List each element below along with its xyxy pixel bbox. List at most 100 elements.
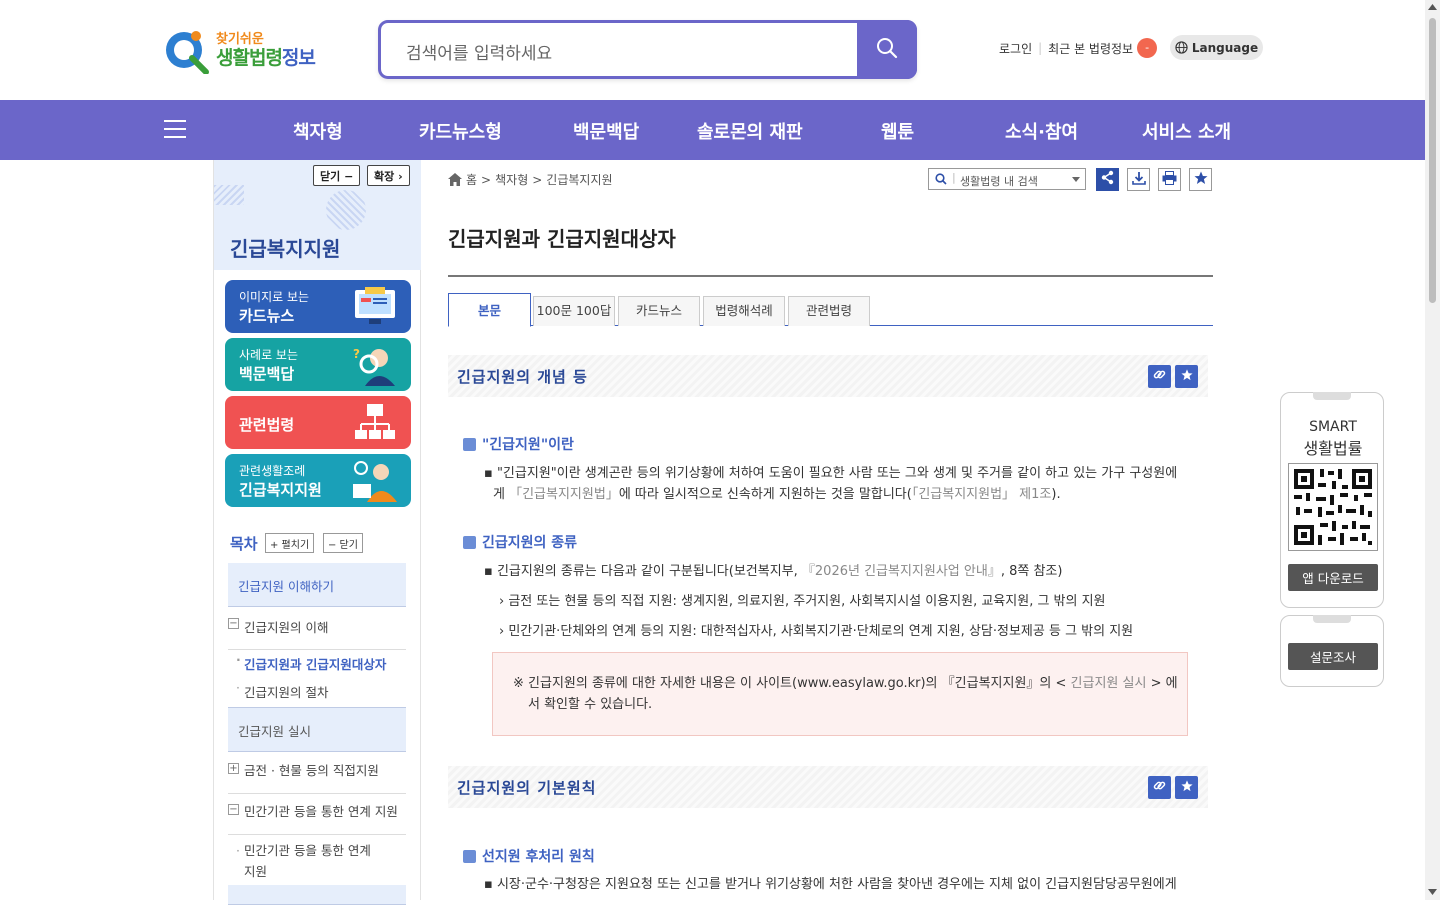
search-input[interactable]: 검색어를 입력하세요 — [406, 39, 552, 64]
toc-item-subsection[interactable]: · 민간기관 등을 통한 연계 지원 — [228, 840, 406, 884]
nav-item-webtoon[interactable]: 웹툰 — [881, 118, 914, 144]
bullet: · — [236, 680, 240, 695]
paragraph-text: 긴급지원의 종류는 다음과 같이 구분됩니다(보건복지부, — [496, 564, 802, 579]
nav-item-about[interactable]: 서비스 소개 — [1142, 118, 1231, 144]
paragraph: ▪ 긴급지원의 종류는 다음과 같이 구분됩니다(보건복지부, 『2026년 긴… — [484, 564, 1063, 579]
law-article-link[interactable]: 「긴급복지지원법」 제1조 — [912, 487, 1052, 502]
law-link[interactable]: 「긴급복지지원법」 — [509, 487, 619, 502]
home-icon[interactable] — [448, 173, 462, 186]
scroll-up-arrow-icon[interactable] — [1428, 4, 1437, 10]
toc-item-label: 긴급지원과 긴급지원대상자 — [244, 657, 387, 672]
nav-item-news[interactable]: 소식·참여 — [1005, 118, 1078, 144]
note-text: ※ 긴급지원의 종류에 대한 자세한 내용은 이 사이트(www.easylaw… — [513, 673, 1183, 715]
quick-card-qna[interactable]: 사례로 보는 백문백답 ? — [225, 338, 411, 391]
breadcrumb-home[interactable]: 홈 — [466, 171, 477, 188]
toc-item-section[interactable]: + 금전 · 현물 등의 직접지원 — [228, 760, 406, 794]
subheading-text: 긴급지원의 종류 — [482, 535, 578, 551]
tab-cardnews[interactable]: 카드뉴스 — [618, 296, 700, 326]
search-icon — [877, 37, 898, 58]
toc-item-section[interactable]: − 긴급지원의 이해 — [228, 612, 406, 650]
login-link[interactable]: 로그인 — [999, 40, 1032, 57]
toc-item-section[interactable]: − 민간기관 등을 통한 연계 지원 — [228, 801, 406, 835]
download-button[interactable] — [1127, 168, 1150, 191]
search-box[interactable]: 검색어를 입력하세요 — [378, 20, 917, 79]
scroll-down-arrow-icon[interactable] — [1428, 889, 1437, 895]
toc-item-chapter[interactable]: 긴급지원 이해하기 — [228, 563, 406, 607]
page-scrollbar[interactable] — [1425, 0, 1440, 900]
subheading: "긴급지원"이란 — [463, 434, 574, 454]
bookmark-button[interactable] — [1189, 168, 1212, 191]
section-link-button[interactable] — [1148, 776, 1171, 799]
nav-item-booklet[interactable]: 책자형 — [293, 118, 343, 144]
section-title: 긴급지원의 개념 등 — [457, 368, 588, 386]
scrollbar-thumb[interactable] — [1429, 18, 1436, 303]
breadcrumb-separator: > — [532, 172, 543, 187]
paragraph-text: 에 따라 일시적으로 신속하게 지원하는 것을 말합니다( — [618, 487, 912, 502]
paragraph-text: "긴급지원"이란 생계곤란 등의 위기상황에 처하여 도움이 필요한 사람 또는… — [496, 466, 1178, 481]
site-search-select[interactable]: | 생활법령 내 검색 — [928, 168, 1086, 190]
card-small-label: 이미지로 보는 — [239, 290, 310, 304]
card-small-label: 사례로 보는 — [239, 348, 299, 362]
tab-related-laws[interactable]: 관련법령 — [788, 296, 870, 326]
share-button[interactable] — [1096, 168, 1119, 191]
quick-card-ordinance[interactable]: 관련생활조례 긴급복지지원 — [225, 454, 411, 507]
sidebar-expand-button[interactable]: 확장 › — [367, 165, 410, 186]
list-item: › 금전 또는 현물 등의 직접 지원: 생계지원, 의료지원, 주거지원, 사… — [499, 594, 1106, 609]
toc-item-subsection[interactable]: · 긴급지원의 절차 — [228, 680, 406, 704]
quick-card-laws[interactable]: 관련법령 — [225, 396, 411, 449]
toc-collapse-button[interactable]: − 닫기 — [323, 533, 363, 553]
sidebar-close-button[interactable]: 닫기 − — [313, 165, 361, 186]
toc-item-chapter[interactable] — [228, 885, 406, 905]
link-icon — [1153, 781, 1166, 790]
tab-main[interactable]: 본문 — [448, 293, 531, 327]
app-download-button[interactable]: 앱 다운로드 — [1288, 564, 1378, 591]
site-logo[interactable]: 찾기쉬운 생활법령정보 — [162, 28, 332, 76]
note-box: ※ 긴급지원의 종류에 대한 자세한 내용은 이 사이트(www.easylaw… — [492, 652, 1188, 736]
survey-button[interactable]: 설문조사 — [1288, 643, 1378, 670]
decoration — [326, 190, 366, 230]
panel-tab — [1313, 615, 1351, 623]
subheading: 긴급지원의 종류 — [463, 532, 577, 552]
svg-text:?: ? — [353, 347, 360, 361]
recent-count-badge: - — [1137, 38, 1158, 58]
section-link-button[interactable] — [1148, 365, 1171, 388]
section-title: 긴급지원의 기본원칙 — [457, 779, 597, 797]
header: 찾기쉬운 생활법령정보 검색어를 입력하세요 로그인 | 최근 본 법령정보 -… — [0, 0, 1425, 100]
sidebar: 닫기 − 확장 › 긴급복지지원 이미지로 보는 카드뉴스 사례로 보는 백문백… — [213, 160, 421, 905]
card-big-label: 관련법령 — [239, 416, 295, 434]
panel-tab — [1313, 392, 1351, 400]
search-button[interactable] — [857, 20, 917, 79]
download-icon — [1131, 171, 1146, 185]
divider: | — [952, 171, 956, 184]
main-navigation: 책자형 카드뉴스형 백문백답 솔로몬의 재판 웹툰 소식·참여 서비스 소개 — [0, 100, 1425, 160]
hamburger-menu-icon[interactable] — [164, 120, 186, 140]
monitor-news-icon — [355, 287, 395, 324]
tab-interpretation[interactable]: 법령해석례 — [703, 296, 785, 326]
card-big-label: 백문백답 — [239, 365, 295, 383]
quick-card-cardnews[interactable]: 이미지로 보는 카드뉴스 — [225, 280, 411, 333]
nav-item-qna[interactable]: 백문백답 — [573, 118, 639, 144]
tab-100qa[interactable]: 100문 100답 — [533, 296, 615, 326]
nav-item-cardnews[interactable]: 카드뉴스형 — [419, 118, 502, 144]
recent-laws-link[interactable]: 최근 본 법령정보 — [1048, 40, 1133, 57]
paragraph-text: , 8쪽 참조) — [1000, 564, 1063, 579]
survey-panel: 설문조사 — [1280, 615, 1384, 687]
section-bookmark-button[interactable] — [1175, 776, 1198, 799]
toc-item-chapter[interactable]: 긴급지원 실시 — [228, 707, 406, 752]
section-bookmark-button[interactable] — [1175, 365, 1198, 388]
list-item: › 민간기관·단체와의 연계 등의 지원: 대한적십자사, 사회복지기관·단체로… — [499, 624, 1134, 639]
toc-item-current[interactable]: · 긴급지원과 긴급지원대상자 — [228, 652, 406, 676]
breadcrumb-booklet[interactable]: 책자형 — [495, 171, 528, 188]
guide-link[interactable]: 『2026년 긴급복지지원사업 안내』 — [802, 564, 1001, 579]
toc-item-label: 금전 · 현물 등의 직접지원 — [244, 763, 379, 778]
star-icon — [1194, 171, 1207, 184]
nav-item-solomon[interactable]: 솔로몬의 재판 — [697, 118, 803, 144]
subheading-text: 선지원 후처리 원칙 — [482, 849, 595, 865]
note-link[interactable]: 긴급지원 실시 — [1071, 676, 1147, 691]
section-header: 긴급지원의 개념 등 — [448, 355, 1208, 397]
toc-expand-button[interactable]: + 펼치기 — [265, 533, 315, 553]
print-button[interactable] — [1158, 168, 1181, 191]
breadcrumb-current[interactable]: 긴급복지지원 — [546, 171, 612, 188]
logo-mark-icon — [166, 31, 209, 74]
language-button[interactable]: Language — [1170, 35, 1263, 60]
